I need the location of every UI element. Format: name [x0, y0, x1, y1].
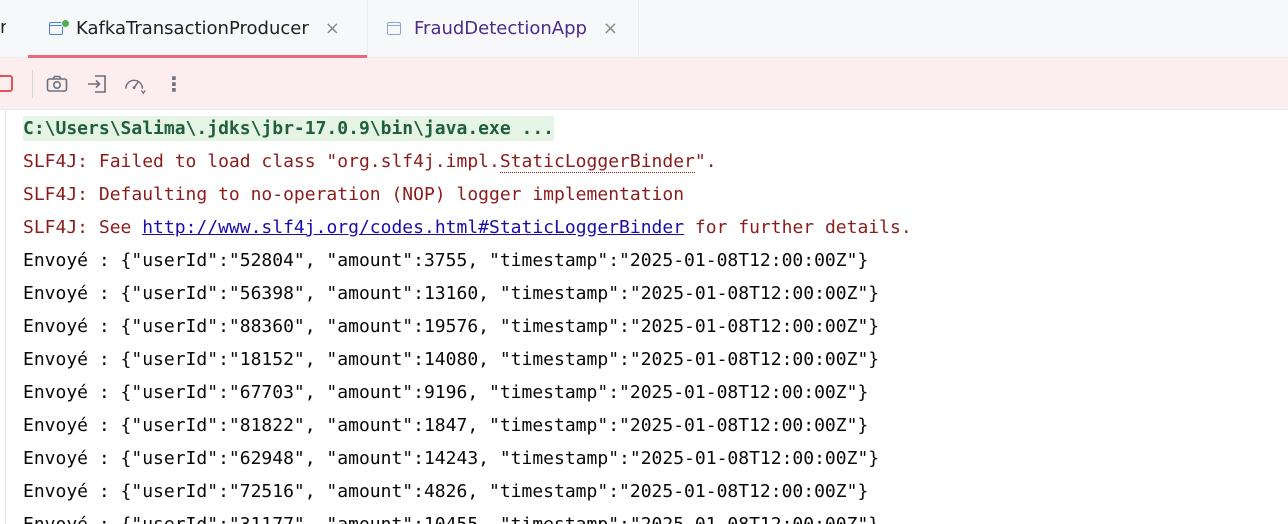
slf4j-docs-link[interactable]: http://www.slf4j.org/codes.html#StaticLo… [142, 217, 684, 238]
console-output-line: Envoyé : {"userId":"67703", "amount":919… [23, 382, 869, 403]
toolbar-divider [32, 70, 33, 98]
console-command-line: C:\Users\Salima\.jdks\jbr-17.0.9\bin\jav… [23, 116, 555, 141]
console-output-line: Envoyé : {"userId":"88360", "amount":195… [23, 316, 880, 337]
console-output-line: Envoyé : {"userId":"81822", "amount":184… [23, 415, 869, 436]
console-output-line: Envoyé : {"userId":"18152", "amount":140… [23, 349, 880, 370]
tab-label: KafkaTransactionProducer [76, 18, 309, 39]
console-output-line: Envoyé : {"userId":"56398", "amount":131… [23, 283, 880, 304]
console-output-line: Envoyé : {"userId":"62948", "amount":142… [23, 448, 880, 469]
login-icon[interactable] [85, 72, 109, 96]
console-output[interactable]: C:\Users\Salima\.jdks\jbr-17.0.9\bin\jav… [0, 110, 1288, 524]
console-gutter [5, 110, 6, 524]
close-icon[interactable]: × [603, 19, 618, 38]
console-output-line: Envoyé : {"userId":"72516", "amount":482… [23, 481, 869, 502]
console-error-line: SLF4J: Failed to load class "org.slf4j.i… [23, 151, 717, 173]
class-reference: StaticLoggerBinder [499, 151, 695, 173]
console-error-line: SLF4J: See http://www.slf4j.org/codes.ht… [23, 217, 912, 238]
console-error-line: SLF4J: Defaulting to no-operation (NOP) … [23, 184, 685, 205]
console-output-line: Envoyé : {"userId":"31177", "amount":104… [23, 512, 912, 524]
editor-tab-bar: n KafkaTransactionProducer × FraudDetect… [0, 0, 1288, 58]
run-config-icon [48, 18, 70, 39]
run-toolbar: ⋮ [0, 58, 1288, 110]
stop-icon[interactable] [0, 75, 13, 92]
tab-fraud-detection-app[interactable]: FraudDetectionApp × [368, 0, 638, 57]
console-output-line: Envoyé : {"userId":"52804", "amount":375… [23, 250, 869, 271]
console-lines: C:\Users\Salima\.jdks\jbr-17.0.9\bin\jav… [23, 116, 912, 524]
tab-kafka-transaction-producer[interactable]: KafkaTransactionProducer × [28, 0, 367, 58]
tab-partial-left[interactable]: n [0, 0, 6, 57]
more-icon[interactable]: ⋮ [162, 72, 186, 96]
tab-divider [638, 0, 639, 57]
tab-label: FraudDetectionApp [414, 18, 587, 39]
dashboard-icon[interactable] [123, 72, 147, 96]
camera-icon[interactable] [45, 72, 69, 96]
run-config-icon [386, 19, 406, 39]
close-icon[interactable]: × [325, 19, 340, 38]
